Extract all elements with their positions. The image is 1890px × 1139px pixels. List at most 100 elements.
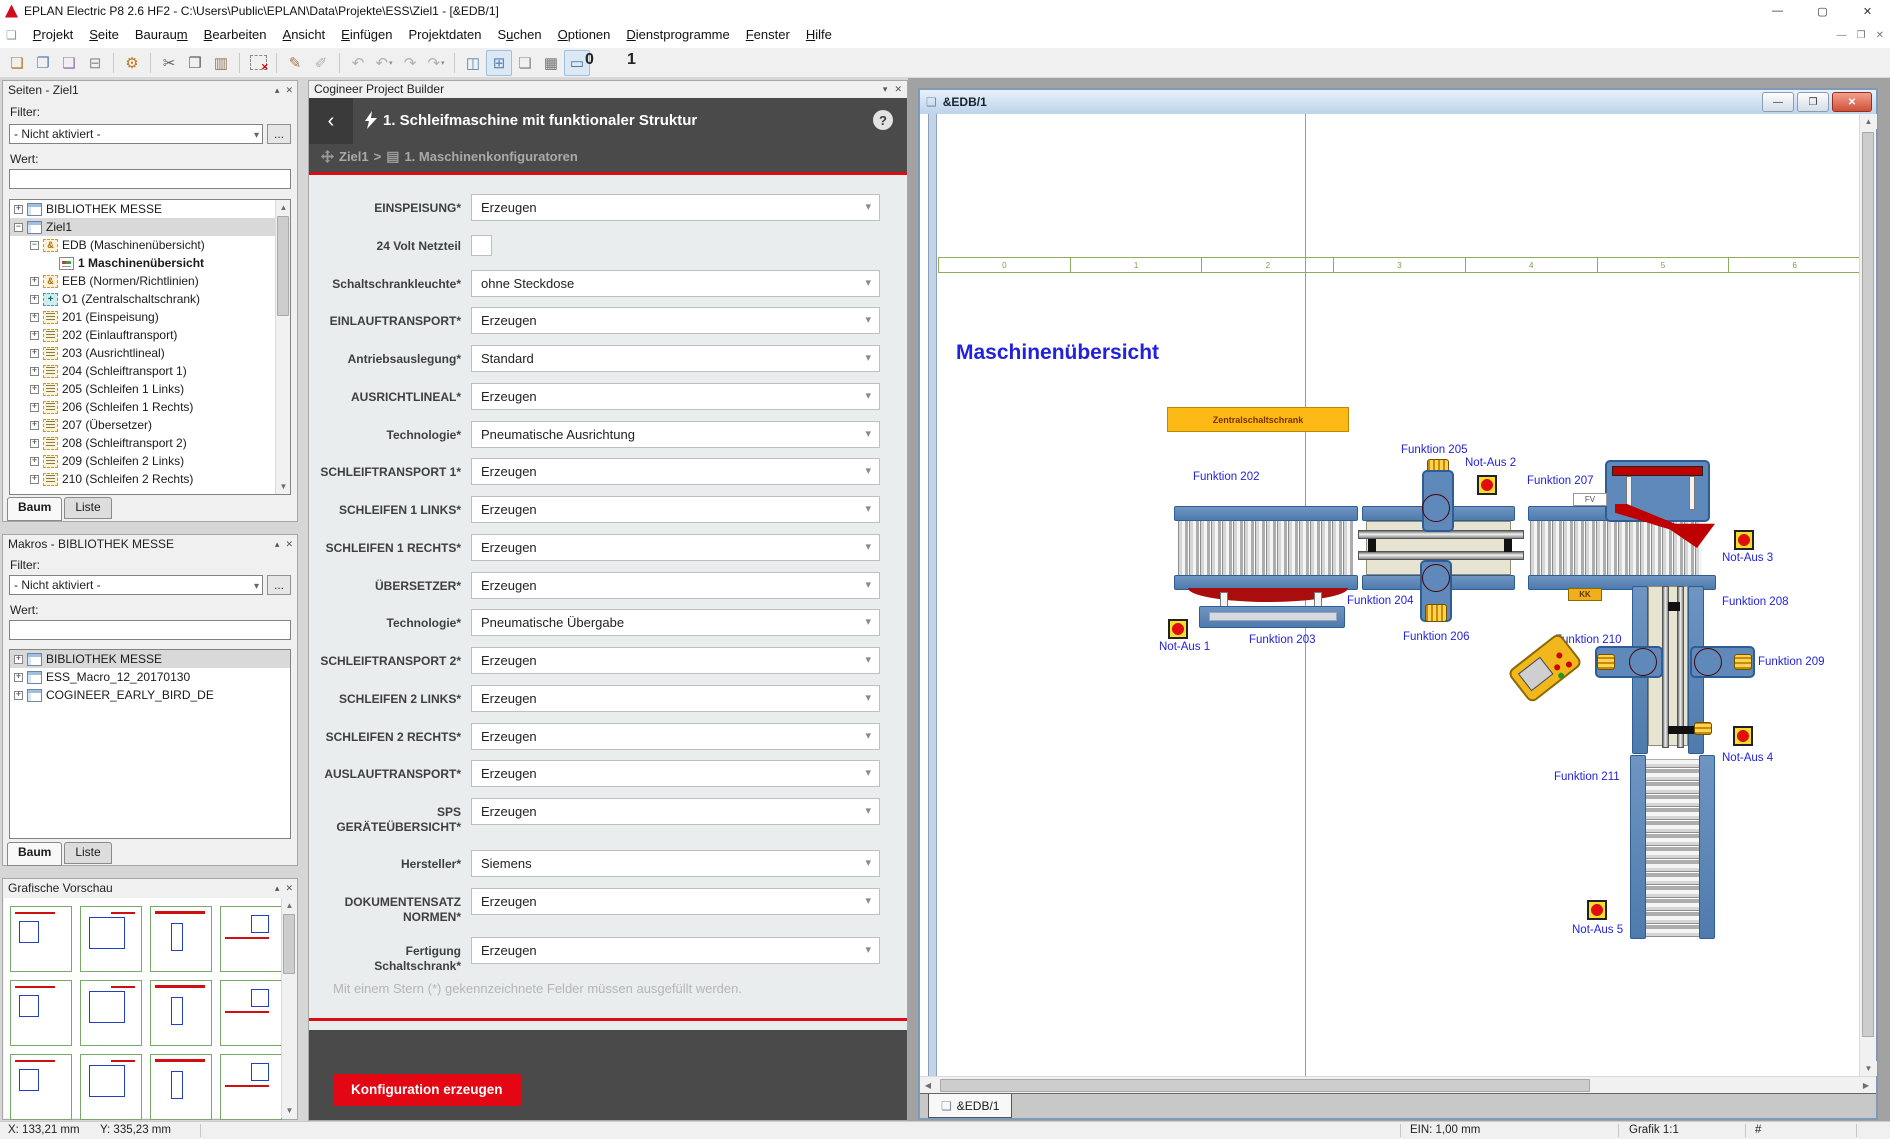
- preview-thumbnail[interactable]: [150, 980, 212, 1046]
- open-icon[interactable]: ❐: [30, 50, 56, 76]
- expand-icon[interactable]: +: [30, 403, 39, 412]
- tree-item[interactable]: +205 (Schleifen 1 Links): [10, 380, 290, 398]
- select-19[interactable]: Erzeugen▾: [471, 937, 880, 964]
- menu-projekt[interactable]: Projekt: [25, 22, 81, 48]
- scroll-up-icon[interactable]: ▲: [1860, 114, 1877, 129]
- help-button[interactable]: ?: [873, 110, 893, 130]
- preview-panel-header[interactable]: Grafische Vorschau ▴✕: [3, 879, 297, 897]
- breadcrumb-project[interactable]: Ziel1: [339, 149, 369, 164]
- print-icon[interactable]: ⊟: [82, 50, 108, 76]
- close-icon[interactable]: ✕: [285, 81, 293, 99]
- minimize-icon[interactable]: —: [1762, 92, 1794, 112]
- pin-icon[interactable]: ▴: [275, 879, 280, 897]
- expand-icon[interactable]: +: [30, 439, 39, 448]
- expand-icon[interactable]: +: [30, 331, 39, 340]
- cut-icon[interactable]: ✂: [156, 50, 182, 76]
- tree-item[interactable]: +204 (Schleiftransport 1): [10, 362, 290, 380]
- menu-ansicht[interactable]: Ansicht: [275, 22, 334, 48]
- preview-thumbnail[interactable]: [150, 906, 212, 972]
- drawing-window-titlebar[interactable]: ❏ &EDB/1 — ❐ ✕: [920, 90, 1876, 115]
- tree-item[interactable]: +BIBLIOTHEK MESSE: [10, 650, 290, 668]
- format-paint-icon[interactable]: ✎: [282, 50, 308, 76]
- tree-item[interactable]: +210 (Schleifen 2 Rechts): [10, 470, 290, 488]
- select-15[interactable]: Erzeugen▾: [471, 760, 880, 787]
- scroll-up-icon[interactable]: ▲: [282, 898, 297, 913]
- expand-icon[interactable]: +: [30, 421, 39, 430]
- preview-thumbnail[interactable]: [10, 906, 72, 972]
- tree-item[interactable]: +ESS_Macro_12_20170130: [10, 668, 290, 686]
- menu-hilfe[interactable]: Hilfe: [798, 22, 840, 48]
- cogineer-panel-header[interactable]: Cogineer Project Builder ▾✕: [309, 81, 907, 98]
- select-16[interactable]: Erzeugen▾: [471, 798, 880, 825]
- select-12[interactable]: Erzeugen▾: [471, 647, 880, 674]
- menu-bauraum[interactable]: Bauraum: [127, 22, 196, 48]
- close-icon[interactable]: ✕: [285, 879, 293, 897]
- maximize-icon[interactable]: ▢: [1800, 0, 1845, 22]
- preview-thumbnail[interactable]: [80, 906, 142, 972]
- tree-item[interactable]: −&EDB (Maschinenübersicht): [10, 236, 290, 254]
- value-input[interactable]: [9, 169, 291, 189]
- filter-more-button[interactable]: ...: [267, 575, 291, 595]
- select-10[interactable]: Erzeugen▾: [471, 572, 880, 599]
- expand-icon[interactable]: +: [14, 691, 23, 700]
- page-properties-icon[interactable]: ❑: [56, 50, 82, 76]
- menu-seite[interactable]: Seite: [81, 22, 127, 48]
- select-13[interactable]: Erzeugen▾: [471, 685, 880, 712]
- expand-icon[interactable]: +: [30, 313, 39, 322]
- menu-dienstprogramme[interactable]: Dienstprogramme: [618, 22, 737, 48]
- scroll-up-icon[interactable]: ▲: [276, 200, 291, 215]
- pages-tree[interactable]: +BIBLIOTHEK MESSE−Ziel1−&EDB (Maschinenü…: [9, 199, 291, 495]
- select-8[interactable]: Erzeugen▾: [471, 496, 880, 523]
- settings-icon[interactable]: ⚙: [119, 50, 145, 76]
- tab-liste[interactable]: Liste: [64, 497, 111, 519]
- filter-more-button[interactable]: ...: [267, 124, 291, 144]
- new-page-icon[interactable]: ❏: [4, 50, 30, 76]
- preview-thumbnail[interactable]: [80, 1054, 142, 1120]
- tab-baum[interactable]: Baum: [7, 497, 62, 521]
- expand-icon[interactable]: +: [14, 205, 23, 214]
- tree-item[interactable]: ++O1 (Zentralschaltschrank): [10, 290, 290, 308]
- grid-icon[interactable]: ▦: [538, 50, 564, 76]
- mdi-close-icon[interactable]: ✕: [1876, 30, 1884, 41]
- copy-icon[interactable]: ❒: [182, 50, 208, 76]
- tree-item[interactable]: +208 (Schleiftransport 2): [10, 434, 290, 452]
- close-icon[interactable]: ✕: [1832, 92, 1872, 112]
- select-7[interactable]: Erzeugen▾: [471, 458, 880, 485]
- expand-icon[interactable]: +: [14, 673, 23, 682]
- pages-panel-header[interactable]: Seiten - Ziel1 ▴✕: [3, 81, 297, 99]
- pin-icon[interactable]: ▴: [275, 535, 280, 553]
- tile-windows-icon[interactable]: ◫: [460, 50, 486, 76]
- redo-icon[interactable]: ↷: [397, 50, 423, 76]
- graphical-preview-icon[interactable]: ⊞: [486, 50, 512, 76]
- close-icon[interactable]: ✕: [894, 81, 902, 98]
- macros-tree[interactable]: +BIBLIOTHEK MESSE+ESS_Macro_12_20170130+…: [9, 649, 291, 839]
- select-3[interactable]: Erzeugen▾: [471, 307, 880, 334]
- canvas-hscrollbar[interactable]: ◀ ▶: [920, 1076, 1876, 1093]
- format-brush-icon[interactable]: ✐: [308, 50, 334, 76]
- tree-item[interactable]: +203 (Ausrichtlineal): [10, 344, 290, 362]
- scroll-down-icon[interactable]: ▼: [1860, 1061, 1877, 1076]
- preview-thumbnail[interactable]: [10, 980, 72, 1046]
- preview-thumbnail[interactable]: [220, 1054, 282, 1120]
- filter-select[interactable]: - Nicht aktiviert -▾: [9, 124, 263, 144]
- tab-baum[interactable]: Baum: [7, 842, 62, 866]
- select-6[interactable]: Pneumatische Ausrichtung▾: [471, 421, 880, 448]
- scroll-left-icon[interactable]: ◀: [920, 1077, 936, 1093]
- mdi-minimize-icon[interactable]: —: [1837, 30, 1847, 41]
- select-9[interactable]: Erzeugen▾: [471, 534, 880, 561]
- tree-item[interactable]: +206 (Schleifen 1 Rechts): [10, 398, 290, 416]
- preview-thumbnail[interactable]: [10, 1054, 72, 1120]
- close-icon[interactable]: ✕: [1845, 0, 1890, 22]
- tree-item[interactable]: +201 (Einspeisung): [10, 308, 290, 326]
- tree-scrollbar[interactable]: ▲ ▼: [275, 200, 290, 494]
- select-18[interactable]: Erzeugen▾: [471, 888, 880, 915]
- select-17[interactable]: Siemens▾: [471, 850, 880, 877]
- canvas-vscrollbar[interactable]: ▲ ▼: [1859, 114, 1876, 1076]
- tree-item[interactable]: +BIBLIOTHEK MESSE: [10, 200, 290, 218]
- expand-icon[interactable]: +: [30, 367, 39, 376]
- select-0[interactable]: Erzeugen▾: [471, 194, 880, 221]
- menu-optionen[interactable]: Optionen: [550, 22, 619, 48]
- tree-item[interactable]: +202 (Einlauftransport): [10, 326, 290, 344]
- menu-fenster[interactable]: Fenster: [738, 22, 798, 48]
- expand-icon[interactable]: +: [14, 655, 23, 664]
